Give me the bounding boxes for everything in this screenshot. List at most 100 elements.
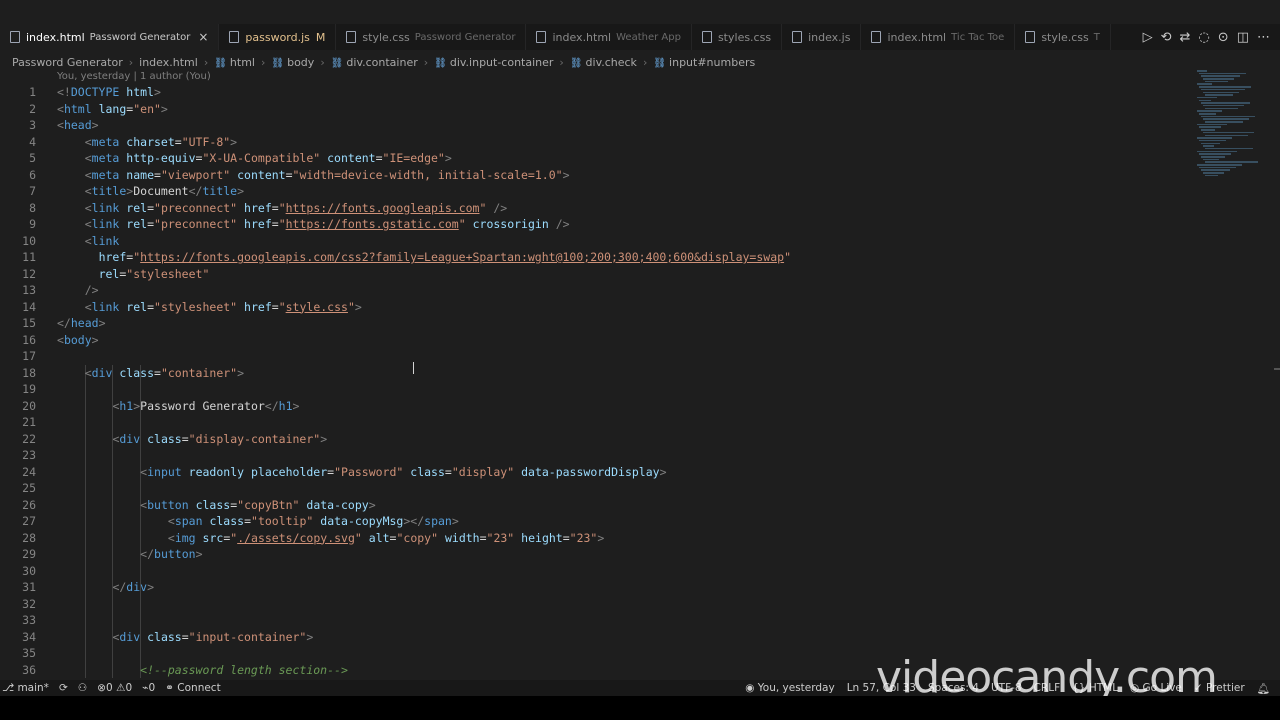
element-icon: ⛓ <box>434 57 447 69</box>
code-line[interactable]: 3 <head> <box>0 117 1195 134</box>
tab-7[interactable]: style.css T <box>1015 24 1111 50</box>
notifications-icon[interactable]: 🔔︎ <box>1257 682 1270 695</box>
code-text: <button class="copyBtn" data-copy> <box>140 497 376 512</box>
close-icon[interactable]: × <box>198 30 208 44</box>
minimap[interactable] <box>1197 70 1258 180</box>
code-text: <body> <box>57 332 99 347</box>
problems-indicator[interactable]: ⊗0 ⚠0 <box>97 682 132 694</box>
branch-indicator[interactable]: ⎇ main* <box>2 682 49 694</box>
minimap-line <box>1197 164 1242 166</box>
code-line[interactable]: 1 <!DOCTYPE html> <box>0 84 1195 101</box>
tab-4[interactable]: styles.css <box>692 24 783 50</box>
connect-button[interactable]: ⚭ Connect <box>165 682 221 694</box>
file-icon <box>792 31 803 43</box>
source-control-icon[interactable]: ⟲ <box>1161 30 1172 45</box>
ports-indicator[interactable]: ⌁0 <box>142 682 155 694</box>
code-editor[interactable]: 1 <!DOCTYPE html> 2 <html lang="en"> 3 <head>… <box>0 84 1195 678</box>
code-line[interactable]: 21 <box>0 414 1195 431</box>
breadcrumb-item[interactable]: ⛓ div.container <box>331 56 418 69</box>
line-number: 29 <box>22 547 36 561</box>
breadcrumb-item[interactable]: ⛓ html <box>214 56 255 69</box>
code-line[interactable]: 23 <box>0 447 1195 464</box>
code-line[interactable]: 15 </head> <box>0 315 1195 332</box>
split-editor-icon[interactable]: ◫ <box>1237 30 1249 45</box>
code-line[interactable]: 24 <input readonly placeholder="Password"… <box>0 464 1195 481</box>
code-line[interactable]: 6 <meta name="viewport" content="width=de… <box>0 167 1195 184</box>
element-icon: ⛓ <box>271 57 285 69</box>
code-line[interactable]: 25 <box>0 480 1195 497</box>
code-line[interactable]: 32 <box>0 596 1195 613</box>
code-line[interactable]: 14 <link rel="stylesheet" href="style.css… <box>0 299 1195 316</box>
tab-3[interactable]: index.html Weather App <box>526 24 692 50</box>
minimap-line <box>1203 78 1234 80</box>
publish-icon[interactable]: ⚇ <box>78 682 87 694</box>
code-line[interactable]: 22 <div class="display-container"> <box>0 431 1195 448</box>
code-text: <img src="./assets/copy.svg" alt="copy" … <box>167 530 605 545</box>
mouse-text-cursor <box>413 362 420 374</box>
more-icon[interactable]: ⋯ <box>1257 30 1270 45</box>
tab-5[interactable]: index.js <box>782 24 862 50</box>
code-line[interactable]: 13 /> <box>0 282 1195 299</box>
line-number: 36 <box>22 662 36 677</box>
line-number: 2 <box>29 101 36 116</box>
tab-label: index.js <box>808 30 851 44</box>
breadcrumb-item[interactable]: ⛓ input#numbers <box>653 56 755 69</box>
run-icon[interactable]: ▷ <box>1143 30 1153 45</box>
code-line[interactable]: 34 <div class="input-container"> <box>0 629 1195 646</box>
code-line[interactable]: 7 <title>Document</title> <box>0 183 1195 200</box>
code-line[interactable]: 5 <meta http-equiv="X-UA-Compatible" cont… <box>0 150 1195 167</box>
code-line[interactable]: 30 <box>0 563 1195 580</box>
code-line[interactable]: 4 <meta charset="UTF-8"> <box>0 134 1195 151</box>
line-number: 24 <box>22 464 36 479</box>
code-text: <link rel="stylesheet" href="style.css"> <box>84 299 362 314</box>
code-line[interactable]: 27 <span class="tooltip" data-copyMsg></s… <box>0 513 1195 530</box>
minimap-line <box>1197 123 1227 126</box>
scrollbar-marker[interactable] <box>1274 368 1280 370</box>
sync-icon[interactable]: ⟳ <box>59 682 68 694</box>
line-number: 3 <box>29 118 36 132</box>
code-line[interactable]: 18 <div class="container"> <box>0 365 1195 382</box>
code-line[interactable]: 8 <link rel="preconnect" href="https://fo… <box>0 200 1195 217</box>
code-line[interactable]: 29 </button> <box>0 546 1195 563</box>
code-line[interactable]: 28 <img src="./assets/copy.svg" alt="copy… <box>0 530 1195 547</box>
tab-0[interactable]: index.html Password Generator × <box>0 24 220 50</box>
line-number: 19 <box>22 382 36 396</box>
copilot-icon[interactable]: ⊙ <box>1218 30 1229 45</box>
code-line[interactable]: 16 <body> <box>0 332 1195 349</box>
tab-label: style.css <box>362 30 410 44</box>
tab-label: index.html <box>887 30 947 44</box>
modified-indicator: M <box>315 30 326 44</box>
code-line[interactable]: 17 <box>0 348 1195 365</box>
code-line[interactable]: 9 <link rel="preconnect" href="https://fo… <box>0 216 1195 233</box>
breadcrumb-item[interactable]: ⛓ div.input-container <box>434 56 553 69</box>
line-number: 25 <box>22 481 36 495</box>
line-number: 26 <box>22 497 36 512</box>
broadcast-icon[interactable]: ◌ <box>1198 30 1209 45</box>
code-text: <link <box>84 233 120 248</box>
blame-status[interactable]: ◉ You, yesterday <box>745 682 834 694</box>
tab-6[interactable]: index.html Tic Tac Toe <box>861 24 1016 50</box>
line-number: 8 <box>29 200 36 215</box>
line-number: 35 <box>22 646 36 660</box>
code-line[interactable]: 10 <link <box>0 233 1195 250</box>
codelens-blame[interactable]: You, yesterday | 1 author (You) <box>57 71 211 82</box>
breadcrumb-item[interactable]: Password Generator <box>12 56 123 69</box>
tab-2[interactable]: style.css Password Generator <box>336 24 527 50</box>
code-line[interactable]: 2 <html lang="en"> <box>0 101 1195 118</box>
code-line[interactable]: 11 href="https://fonts.googleapis.com/css… <box>0 249 1195 266</box>
code-line[interactable]: 19 <box>0 381 1195 398</box>
code-line[interactable]: 20 <h1>Password Generator</h1> <box>0 398 1195 415</box>
breadcrumb-item[interactable]: index.html <box>139 56 198 69</box>
person-icon: ◉ <box>745 682 758 694</box>
breadcrumb-item[interactable]: ⛓ div.check <box>570 56 637 69</box>
tab-1[interactable]: password.js M <box>219 24 337 50</box>
line-number: 28 <box>22 530 36 545</box>
compare-icon[interactable]: ⇄ <box>1180 30 1191 45</box>
breadcrumb-item[interactable]: ⛓ body <box>271 56 314 69</box>
line-number: 13 <box>22 283 36 297</box>
code-line[interactable]: 33 <box>0 612 1195 629</box>
tab-label: styles.css <box>717 30 772 44</box>
code-line[interactable]: 31 </div> <box>0 579 1195 596</box>
code-line[interactable]: 12 rel="stylesheet" <box>0 266 1195 283</box>
code-line[interactable]: 26 <button class="copyBtn" data-copy> <box>0 497 1195 514</box>
